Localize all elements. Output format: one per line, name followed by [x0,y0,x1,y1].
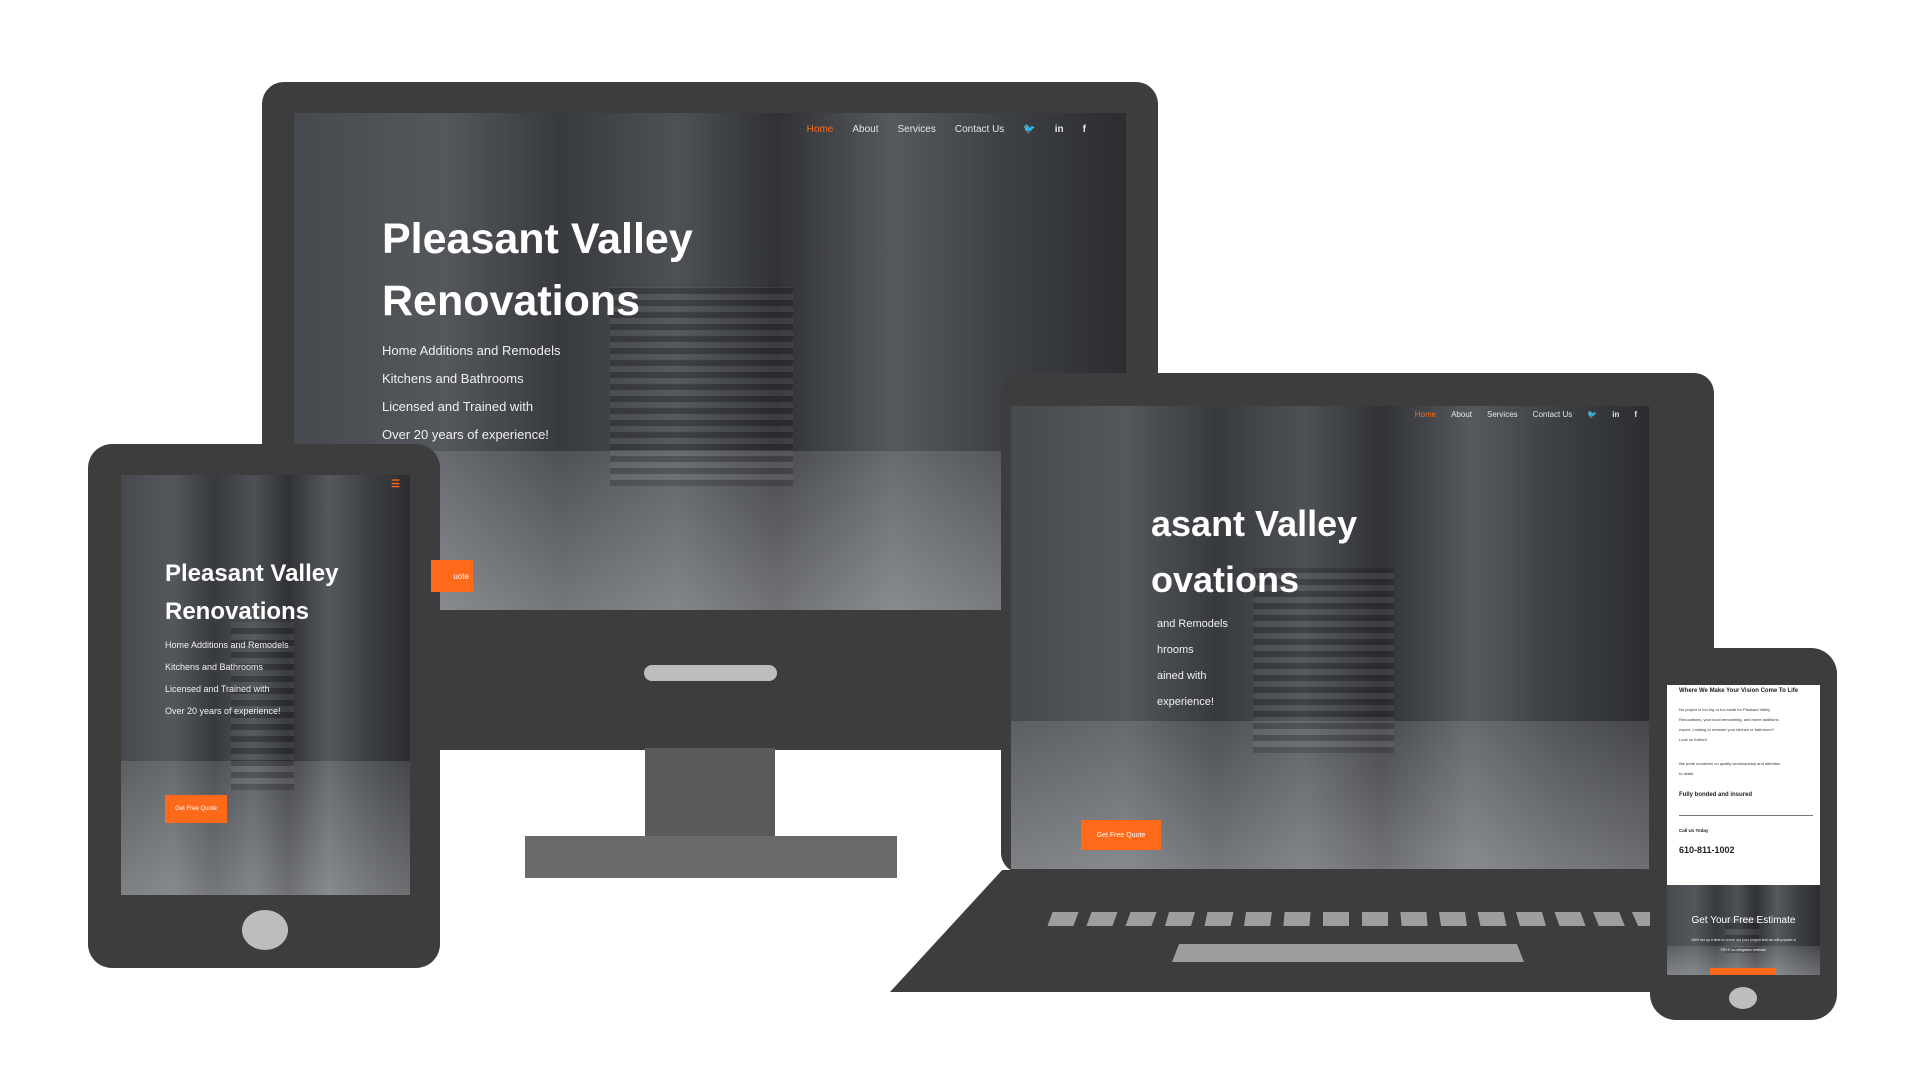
laptop-linkedin-icon[interactable]: in [1612,410,1619,419]
laptop-hero-title: asant Valley ovations [1151,496,1357,608]
key [1283,912,1311,926]
nav-contact-link[interactable]: Contact Us [955,124,1004,135]
hamburger-menu-icon[interactable]: ☰ [391,479,400,490]
twitter-icon[interactable]: 🐦 [1023,124,1035,135]
phone-estimate-button[interactable] [1710,968,1776,975]
key [1593,912,1625,926]
phone-estimate-line1: We'll set up a time to check out your pr… [1691,938,1796,942]
laptop-tagline-4: experience! [1157,696,1214,708]
desktop-quote-button[interactable]: uote [431,560,473,592]
phone-para1-line4: Look no further! [1679,737,1708,742]
tablet-quote-button[interactable]: Get Free Quote [165,795,227,823]
phone-para2-line2: to detail. [1679,771,1695,776]
key [1047,912,1079,926]
key [1362,912,1388,926]
nav-about-link[interactable]: About [852,124,878,135]
laptop-nav: Home About Services Contact Us 🐦 in f [1415,410,1637,419]
laptop-hero-title-line1: asant Valley [1151,503,1358,544]
hero-title: Pleasant Valley Renovations [382,213,693,329]
laptop-quote-button-label: Get Free Quote [1096,831,1146,839]
laptop-facebook-icon[interactable]: f [1634,410,1637,419]
hero-tagline-3: Licensed and Trained with [382,399,534,414]
hero-tagline-2: Kitchens and Bathrooms [382,371,524,386]
phone-estimate-line2: FREE no-obligation estimate [1720,948,1767,952]
phone-call-label: Call Us Today [1679,828,1709,833]
tablet-tagline-1: Home Additions and Remodels [165,640,289,650]
phone-number[interactable]: 610-811-1002 [1679,845,1735,855]
tablet-home-button [242,910,288,950]
laptop-nav-about-link[interactable]: About [1451,410,1472,419]
tablet-hero-title-line1: Pleasant Valley [165,560,339,587]
key [1323,912,1349,926]
phone-home-button [1729,987,1757,1009]
key [1400,912,1428,926]
desktop-monitor-button [644,665,777,681]
desktop-nav: Home About Services Contact Us 🐦 in f [807,124,1086,135]
laptop-twitter-icon[interactable]: 🐦 [1587,410,1597,419]
tablet-hero-title-line2: Renovations [165,598,310,626]
key [1086,912,1118,926]
hero-tagline-1: Home Additions and Remodels [382,343,561,358]
hero-tagline-4: Over 20 years of experience! [382,427,549,442]
phone-para1-line1: No project is too big or too small for P… [1679,707,1771,712]
tablet-tagline-4: Over 20 years of experience! [165,706,281,716]
phone-para1-line3: expert. Looking to remodel your kitchen … [1679,727,1774,732]
facebook-icon[interactable]: f [1083,124,1086,135]
tablet-tagline-2: Kitchens and Bathrooms [165,662,264,672]
laptop-screen: Home About Services Contact Us 🐦 in f as… [1011,406,1649,869]
key [1515,912,1547,926]
hero-title-line2: Renovations [382,276,641,325]
laptop-nav-home-link[interactable]: Home [1415,410,1436,419]
tablet-screen: ☰ Pleasant Valley Renovations Home Addit… [121,475,410,895]
phone-para2-line1: We pride ourselves on quality workmanshi… [1679,761,1781,766]
nav-home-link[interactable]: Home [807,124,834,135]
laptop-nav-services-link[interactable]: Services [1487,410,1518,419]
laptop-quote-button[interactable]: Get Free Quote [1081,820,1161,850]
phone-heading: Where We Make Your Vision Come To Life [1679,688,1799,694]
key [1554,912,1586,926]
laptop-hero-title-line2: ovations [1151,558,1300,600]
laptop-nav-contact-link[interactable]: Contact Us [1533,410,1573,419]
desktop-monitor-stand [525,836,897,878]
hero-title-line1: Pleasant Valley [382,215,693,263]
laptop-spacebar [1172,944,1524,962]
laptop-tagline-1: and Remodels [1157,618,1228,630]
nav-services-link[interactable]: Services [897,124,935,135]
phone-screen: Where We Make Your Vision Come To Life N… [1667,685,1820,975]
phone-para1-line2: Renovations, your local remodeling, and … [1679,717,1779,722]
key [1204,912,1234,926]
tablet-tagline-3: Licensed and Trained with [165,684,270,694]
desktop-quote-button-label: uote [453,571,469,581]
key [1125,912,1157,926]
key [1164,912,1196,926]
laptop-tagline-2: hrooms [1157,644,1194,656]
linkedin-icon[interactable]: in [1055,124,1064,135]
desktop-monitor-neck [645,748,775,840]
phone-estimate-section: Get Your Free Estimate We'll set up a ti… [1667,885,1820,975]
tablet-quote-button-label: Get Free Quote [175,806,217,812]
key [1244,912,1272,926]
phone-estimate-title: Get Your Free Estimate [1691,915,1796,926]
key [1477,912,1507,926]
laptop-tagline-3: ained with [1157,670,1207,682]
key [1439,912,1467,926]
tablet-hero-title: Pleasant Valley Renovations [165,555,338,632]
phone-divider [1679,815,1813,816]
phone-bonded-text: Fully bonded and insured [1679,792,1753,798]
